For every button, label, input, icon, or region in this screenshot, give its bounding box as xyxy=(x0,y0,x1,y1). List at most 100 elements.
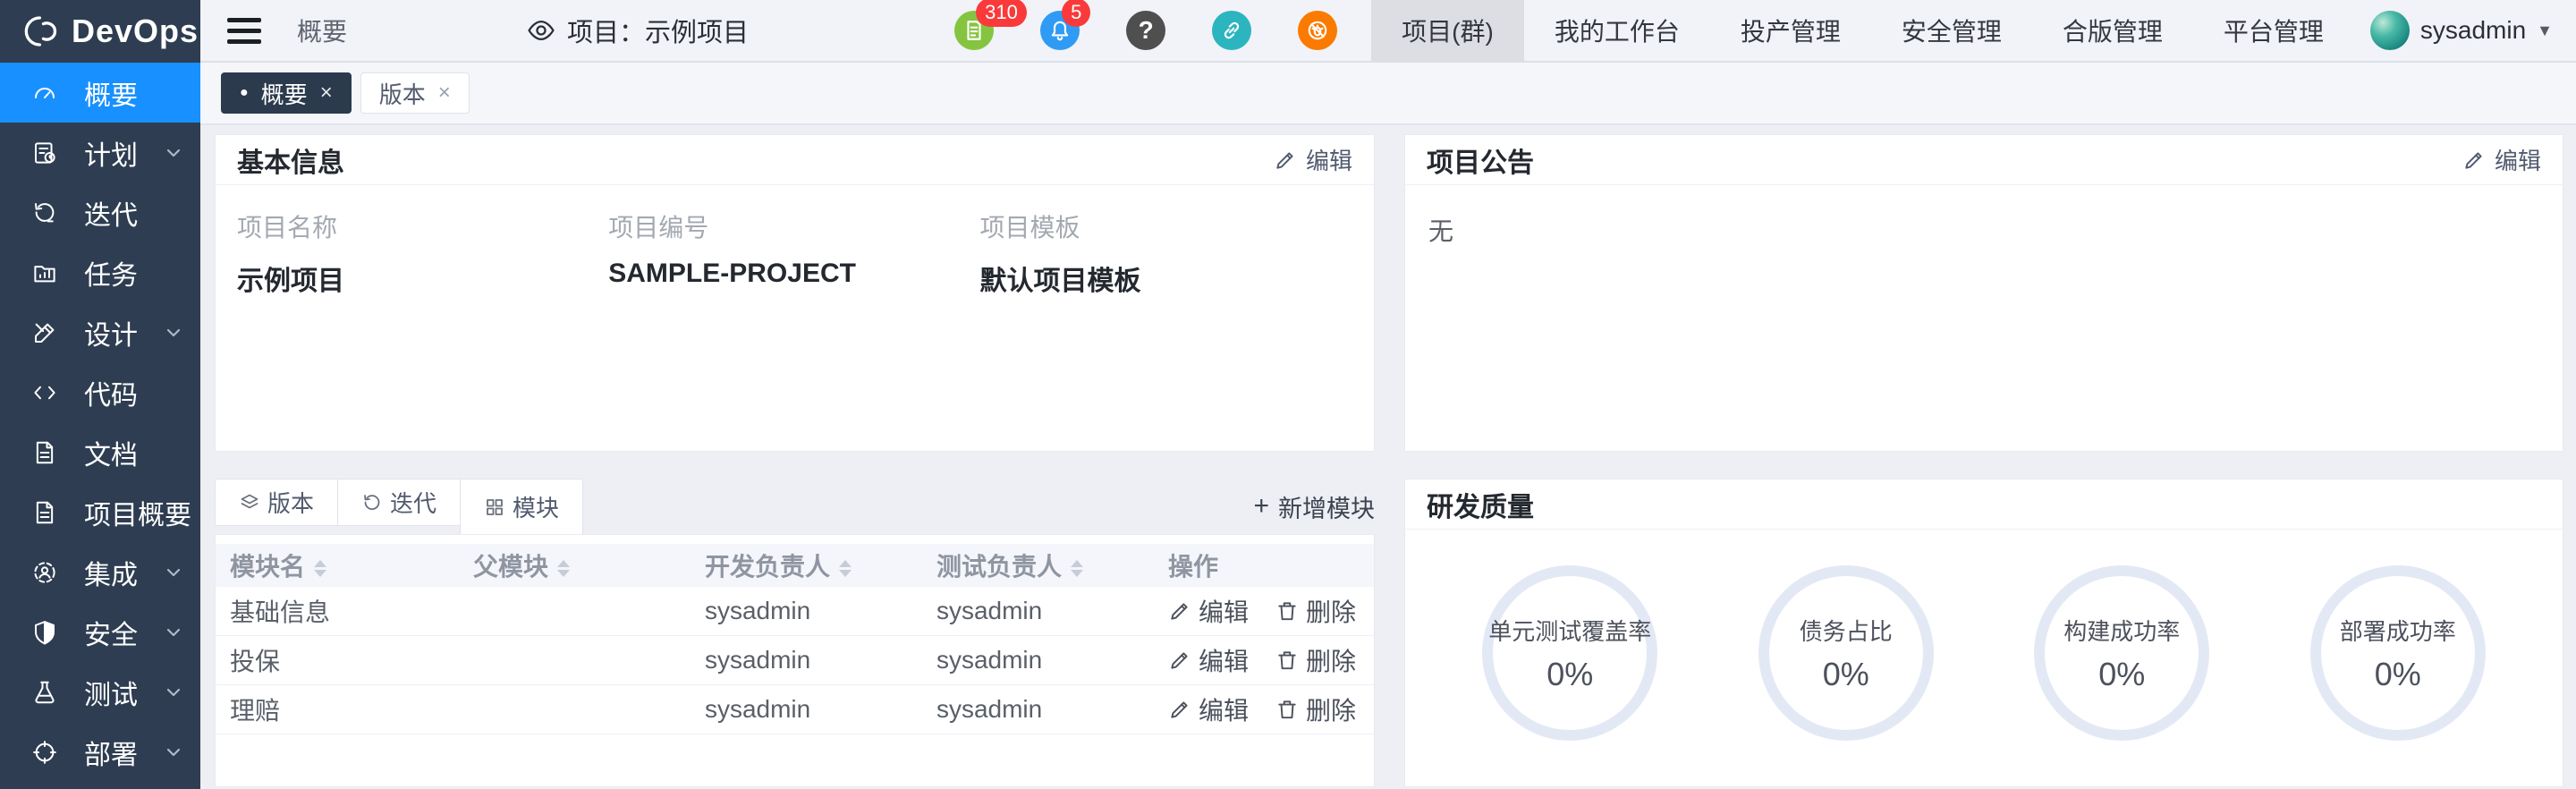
sort-icon[interactable] xyxy=(557,560,570,577)
cell-parent-module xyxy=(459,636,691,685)
chevron-down-icon xyxy=(163,622,184,643)
pencil-icon xyxy=(1168,599,1191,623)
delete-module-button[interactable]: 删除 xyxy=(1275,593,1356,629)
app-logo[interactable]: DevOps xyxy=(0,0,200,63)
sidebar: DevOps 概要 计划 迭代 任务 设计 xyxy=(0,0,200,789)
user-menu[interactable]: sysadmin ▼ xyxy=(2354,11,2576,50)
col-header-actions: 操作 xyxy=(1154,544,1374,587)
tab-versions[interactable]: 版本 xyxy=(215,479,337,526)
notifications-icon-button[interactable]: 5 xyxy=(1040,11,1080,50)
trash-icon xyxy=(1275,698,1299,721)
menu-toggle-icon[interactable] xyxy=(227,18,261,44)
sidebar-item-overview[interactable]: 概要 xyxy=(0,63,200,123)
sort-icon[interactable] xyxy=(839,560,852,577)
cell-dev-owner: sysadmin xyxy=(691,587,922,636)
field-label: 项目编号 xyxy=(608,208,979,244)
sidebar-item-security[interactable]: 安全 xyxy=(0,602,200,662)
nav-projects[interactable]: 项目(群) xyxy=(1371,0,1524,62)
delete-module-button[interactable]: 删除 xyxy=(1275,691,1356,727)
sidebar-item-test[interactable]: 测试 xyxy=(0,662,200,722)
announcement-content: 无 xyxy=(1405,185,2563,275)
close-tab-icon[interactable]: × xyxy=(438,81,451,106)
chevron-down-icon xyxy=(163,682,184,703)
avatar xyxy=(2370,11,2410,50)
gauge-deploy-success-rate: 部署成功率 0% xyxy=(2310,565,2486,741)
sidebar-item-deploy[interactable]: 部署 xyxy=(0,722,200,782)
sidebar-item-iteration[interactable]: 迭代 xyxy=(0,182,200,242)
sidebar-item-label: 部署 xyxy=(84,733,163,772)
close-tab-icon[interactable]: × xyxy=(320,81,333,106)
nav-production[interactable]: 投产管理 xyxy=(1710,0,1871,62)
sidebar-item-label: 文档 xyxy=(84,433,184,472)
col-header-dev-owner[interactable]: 开发负责人 xyxy=(691,544,922,587)
col-header-test-owner[interactable]: 测试负责人 xyxy=(922,544,1154,587)
pencil-icon xyxy=(2462,148,2486,172)
grid-icon xyxy=(484,496,505,518)
edit-module-button[interactable]: 编辑 xyxy=(1168,642,1249,678)
field-value: 默认项目模板 xyxy=(980,259,1352,298)
link-icon xyxy=(1220,19,1243,42)
project-label: 项目：示例项目 xyxy=(567,12,749,49)
cell-test-owner: sysadmin xyxy=(922,587,1154,636)
page-tab-overview[interactable]: ● 概要 × xyxy=(221,72,352,114)
sidebar-item-label: 概要 xyxy=(84,73,184,113)
sidebar-item-label: 计划 xyxy=(84,133,163,173)
sidebar-item-integration[interactable]: 集成 xyxy=(0,542,200,602)
pencil-icon xyxy=(1168,649,1191,672)
basic-info-title: 基本信息 xyxy=(237,140,344,180)
sort-icon[interactable] xyxy=(314,560,326,577)
sidebar-item-task[interactable]: 任务 xyxy=(0,242,200,302)
delete-module-button[interactable]: 删除 xyxy=(1275,642,1356,678)
edit-announcement-button[interactable]: 编辑 xyxy=(2462,143,2541,176)
link-icon-button[interactable] xyxy=(1212,11,1251,50)
sidebar-item-docs[interactable]: 文档 xyxy=(0,422,200,482)
project-selector[interactable]: 项目：示例项目 xyxy=(526,12,749,49)
edit-module-button[interactable]: 编辑 xyxy=(1168,691,1249,727)
tab-modules[interactable]: 模块 xyxy=(460,479,583,534)
quality-title: 研发质量 xyxy=(1427,485,1534,524)
modules-table: 模块名 父模块 开发负责人 测试负责人 操作 基础信息 sys xyxy=(216,544,1374,734)
document-icon xyxy=(30,438,59,467)
field-value: SAMPLE-PROJECT xyxy=(608,259,979,289)
sidebar-item-label: 迭代 xyxy=(84,193,184,233)
col-header-parent-module[interactable]: 父模块 xyxy=(459,544,691,587)
help-icon-button[interactable]: ? xyxy=(1126,11,1165,50)
design-icon xyxy=(30,318,59,347)
report-icon-button[interactable]: 310 xyxy=(954,11,994,50)
edit-module-button[interactable]: 编辑 xyxy=(1168,593,1249,629)
cell-dev-owner: sysadmin xyxy=(691,636,922,685)
sort-icon[interactable] xyxy=(1071,560,1083,577)
sidebar-item-label: 集成 xyxy=(84,553,163,592)
page-tab-version[interactable]: 版本 × xyxy=(360,72,470,114)
username: sysadmin xyxy=(2420,16,2526,45)
sidebar-item-label: 测试 xyxy=(84,673,163,712)
tab-iterations[interactable]: 迭代 xyxy=(337,479,460,526)
document-icon xyxy=(30,498,59,527)
col-header-module-name[interactable]: 模块名 xyxy=(216,544,459,587)
target-icon xyxy=(30,738,59,767)
table-row: 投保 sysadmin sysadmin 编辑 删除 xyxy=(216,636,1374,685)
sidebar-item-design[interactable]: 设计 xyxy=(0,302,200,362)
sidebar-item-plan[interactable]: 计划 xyxy=(0,123,200,182)
caret-down-icon: ▼ xyxy=(2537,21,2553,40)
notifications-count-badge: 5 xyxy=(1062,0,1090,27)
gauge-value: 0% xyxy=(2375,656,2421,693)
nav-workbench[interactable]: 我的工作台 xyxy=(1524,0,1710,62)
gauge-label: 构建成功率 xyxy=(2063,614,2180,647)
sidebar-item-project-overview[interactable]: 项目概要 xyxy=(0,482,200,542)
add-module-button[interactable]: + 新增模块 xyxy=(1253,489,1375,524)
nav-version-merge-mgmt[interactable]: 合版管理 xyxy=(2032,0,2193,62)
nav-platform-mgmt[interactable]: 平台管理 xyxy=(2193,0,2354,62)
gauge-build-success-rate: 构建成功率 0% xyxy=(2034,565,2209,741)
edit-basic-info-button[interactable]: 编辑 xyxy=(1274,143,1352,176)
pencil-icon xyxy=(1168,698,1191,721)
sidebar-item-label: 任务 xyxy=(84,253,184,293)
tab-label: 版本 xyxy=(267,486,314,519)
sidebar-item-code[interactable]: 代码 xyxy=(0,362,200,422)
gauge-value: 0% xyxy=(1546,656,1593,693)
sidebar-item-label: 设计 xyxy=(84,313,163,352)
no-bug-icon-button[interactable] xyxy=(1298,11,1337,50)
cell-module-name: 投保 xyxy=(216,636,459,685)
breadcrumb: 概要 xyxy=(297,13,347,48)
nav-security-mgmt[interactable]: 安全管理 xyxy=(1871,0,2032,62)
